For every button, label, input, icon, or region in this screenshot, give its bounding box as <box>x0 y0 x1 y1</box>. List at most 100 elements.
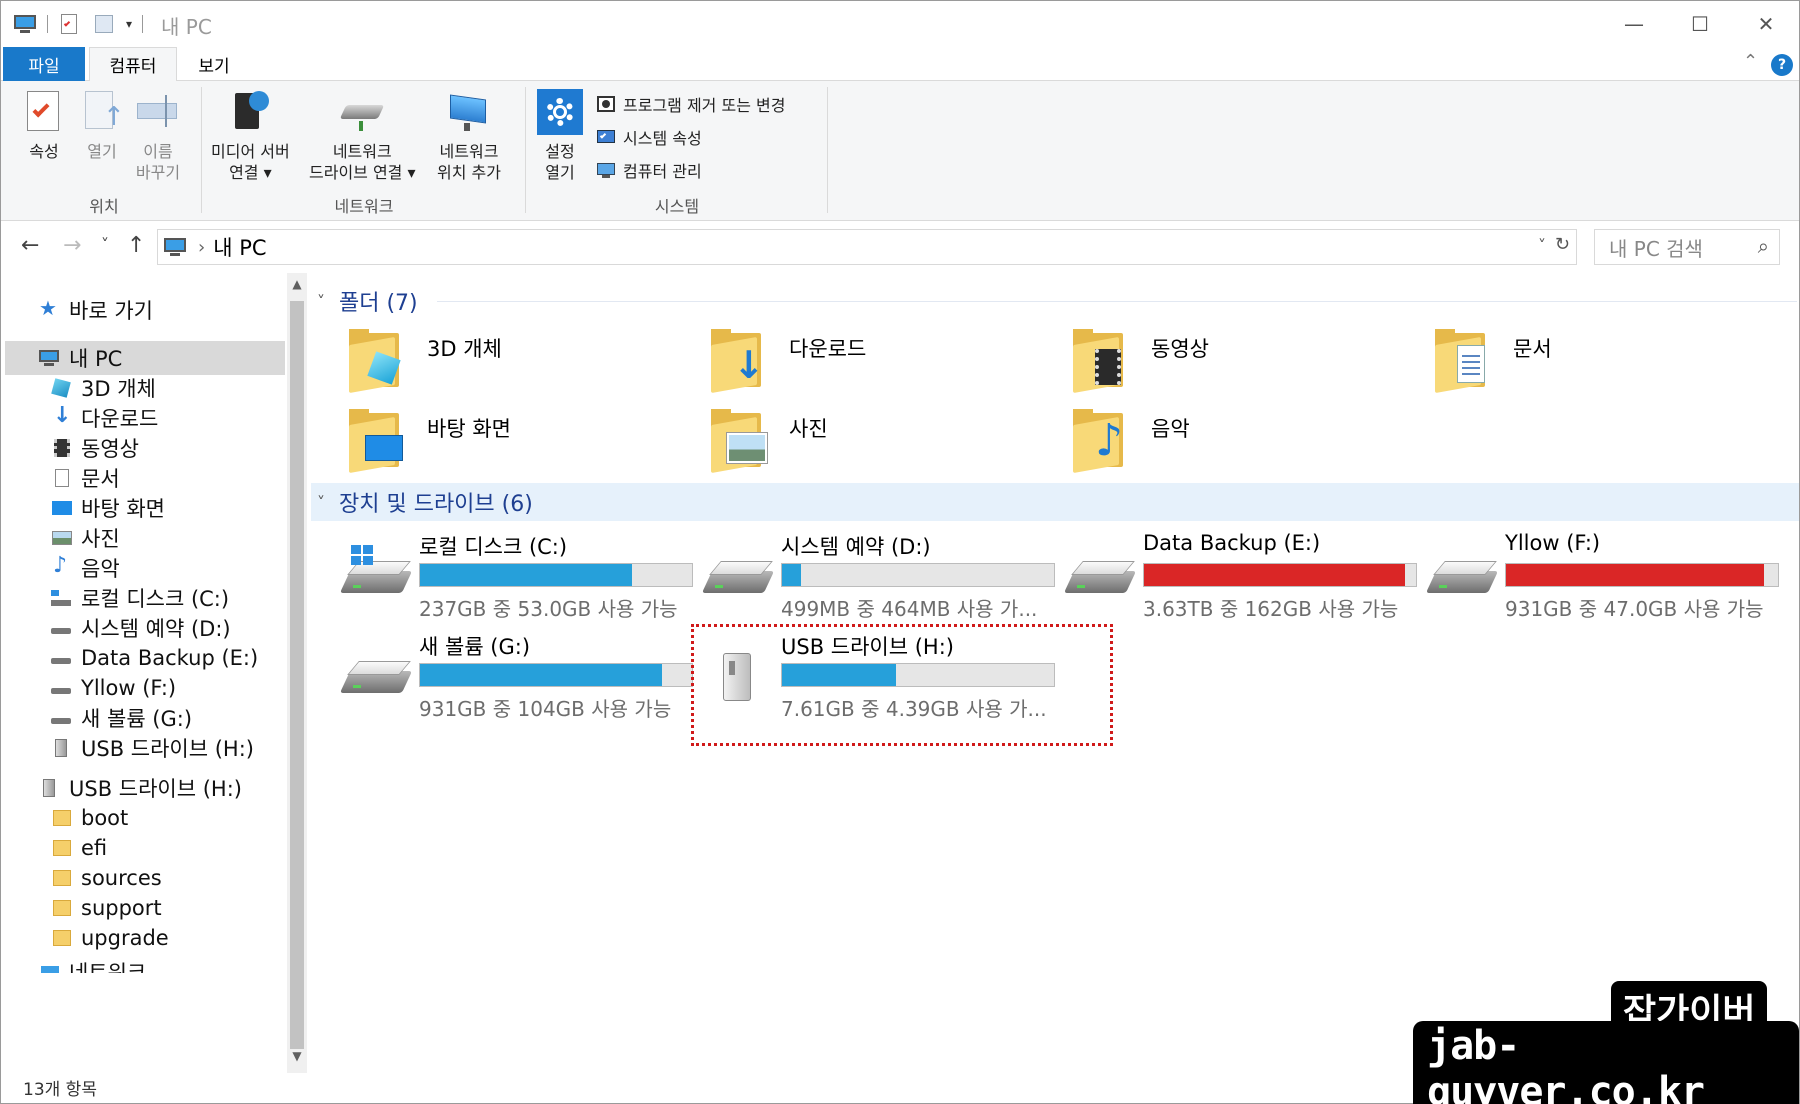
folder-music[interactable]: ♪ 음악 <box>1071 407 1190 474</box>
recent-locations-icon[interactable]: ˅ <box>101 235 109 254</box>
drive-space: 499MB 중 464MB 사용 가... <box>781 597 1038 621</box>
nav-network[interactable]: 네트워크 <box>39 957 146 973</box>
nav-drive-d[interactable]: 시스템 예약 (D:) <box>51 613 231 643</box>
open-settings-button[interactable]: 설정 열기 <box>537 89 583 183</box>
folder-name: 다운로드 <box>789 337 867 361</box>
nav-label: 시스템 예약 (D:) <box>81 617 231 641</box>
folder-download-icon: ↓ <box>709 327 769 394</box>
media-server-button[interactable]: 미디어 서버 연결 ▾ <box>211 89 290 183</box>
folder-videos[interactable]: 동영상 <box>1071 327 1209 394</box>
nav-videos[interactable]: 동영상 <box>51 433 139 463</box>
nav-label: 내 PC <box>69 347 123 371</box>
nav-label: 음악 <box>81 557 120 581</box>
computer-management-label: 컴퓨터 관리 <box>623 162 702 181</box>
folder-icon <box>51 808 73 828</box>
scroll-down-icon[interactable]: ▼ <box>291 1049 303 1063</box>
nav-scrollbar[interactable]: ▲ ▼ <box>287 273 307 1073</box>
nav-folder-boot[interactable]: boot <box>51 803 128 833</box>
nav-drive-e[interactable]: Data Backup (E:) <box>51 643 258 673</box>
nav-drive-h[interactable]: USB 드라이브 (H:) <box>51 733 254 763</box>
uninstall-program-button[interactable]: 프로그램 제거 또는 변경 <box>595 91 785 117</box>
help-icon[interactable]: ? <box>1771 54 1793 76</box>
folder-pictures[interactable]: 사진 <box>709 407 828 474</box>
nav-drive-g[interactable]: 새 볼륨 (G:) <box>51 703 192 733</box>
usb-drive-highlight-box <box>691 624 1113 746</box>
folder-downloads[interactable]: ↓ 다운로드 <box>709 327 867 394</box>
nav-3d-objects[interactable]: 3D 개체 <box>51 373 156 403</box>
properties-check-icon[interactable] <box>58 13 82 35</box>
nav-drive-f[interactable]: Yllow (F:) <box>51 673 176 703</box>
nav-label: 사진 <box>81 527 120 551</box>
nav-label: sources <box>81 866 162 890</box>
tab-computer[interactable]: 컴퓨터 <box>89 47 177 82</box>
nav-music[interactable]: ♪ 음악 <box>51 553 120 583</box>
tab-file[interactable]: 파일 <box>3 47 85 81</box>
refresh-icon[interactable]: ↻ <box>1555 234 1570 255</box>
title-bar: ▾ 내 PC — ☐ ✕ <box>1 1 1799 47</box>
nav-folder-efi[interactable]: efi <box>51 833 107 863</box>
windows-drive-icon <box>51 588 73 608</box>
address-bar[interactable]: › 내 PC ˅ ↻ <box>157 229 1577 265</box>
tab-view[interactable]: 보기 <box>181 47 247 81</box>
folder-film-icon <box>1071 327 1131 394</box>
uninstall-icon <box>595 94 617 114</box>
folder-3d-objects[interactable]: 3D 개체 <box>347 327 502 394</box>
drives-section-header[interactable]: ˅ 장치 및 드라이브 (6) <box>317 484 533 520</box>
customize-dropdown-icon[interactable]: ▾ <box>126 17 132 31</box>
nav-folder-support[interactable]: support <box>51 893 162 923</box>
breadcrumb-separator-icon[interactable]: › <box>198 237 205 258</box>
document-icon <box>51 468 73 488</box>
hard-drive-icon <box>701 557 775 601</box>
nav-this-pc[interactable]: 내 PC <box>39 343 122 373</box>
forward-arrow-icon[interactable]: → <box>63 233 81 258</box>
media-server-label-1: 미디어 서버 <box>211 142 290 161</box>
nav-pictures[interactable]: 사진 <box>51 523 120 553</box>
close-button[interactable]: ✕ <box>1733 1 1799 47</box>
nav-documents[interactable]: 문서 <box>51 463 120 493</box>
hard-drive-icon <box>51 678 73 698</box>
nav-label: 다운로드 <box>81 407 159 431</box>
hard-drive-icon <box>1063 557 1137 601</box>
computer-management-button[interactable]: 컴퓨터 관리 <box>595 157 702 183</box>
system-properties-button[interactable]: 시스템 속성 <box>595 124 702 150</box>
nav-usb-root[interactable]: USB 드라이브 (H:) <box>39 773 242 803</box>
minimize-button[interactable]: — <box>1601 1 1667 47</box>
folder-documents[interactable]: 문서 <box>1433 327 1552 394</box>
collapse-ribbon-icon[interactable]: ⌃ <box>1743 51 1758 72</box>
folder-name: 문서 <box>1513 337 1552 361</box>
nav-label: Yllow (F:) <box>81 676 177 700</box>
address-dropdown-icon[interactable]: ˅ <box>1538 236 1546 255</box>
maximize-button[interactable]: ☐ <box>1667 1 1733 47</box>
breadcrumb-this-pc[interactable]: 내 PC <box>213 232 266 262</box>
search-box[interactable]: 내 PC 검색 ⌕ <box>1594 229 1780 265</box>
search-icon[interactable]: ⌕ <box>1758 234 1769 258</box>
nav-folder-upgrade[interactable]: upgrade <box>51 923 169 953</box>
music-note-icon: ♪ <box>53 553 68 578</box>
media-server-label-2: 연결 ▾ <box>229 163 272 182</box>
folder-document-icon <box>1433 327 1493 394</box>
network-drive-icon <box>339 89 385 135</box>
folder-name: 동영상 <box>1151 337 1209 361</box>
drive-usage-fill <box>1144 564 1406 586</box>
nav-drive-c[interactable]: 로컬 디스크 (C:) <box>51 583 229 613</box>
add-network-location-button[interactable]: 네트워크 위치 추가 <box>437 89 501 183</box>
map-network-drive-button[interactable]: 네트워크 드라이브 연결 ▾ <box>309 89 416 183</box>
scroll-thumb[interactable] <box>290 301 304 1049</box>
back-arrow-icon[interactable]: ← <box>21 233 39 258</box>
folder-desktop[interactable]: 바탕 화면 <box>347 407 511 474</box>
open-button[interactable]: ↑ 열기 <box>79 89 125 162</box>
nav-folder-sources[interactable]: sources <box>51 863 162 893</box>
nav-quick-access[interactable]: ★ 바로 가기 <box>39 295 153 325</box>
group-system-label: 시스템 <box>654 197 700 216</box>
hard-drive-icon <box>51 618 73 638</box>
scroll-up-icon[interactable]: ▲ <box>291 277 303 291</box>
nav-desktop[interactable]: 바탕 화면 <box>51 493 165 523</box>
folders-section-header[interactable]: ˅ 폴더 (7) <box>317 283 418 319</box>
new-folder-icon[interactable] <box>92 13 116 35</box>
rename-button[interactable]: 이름 바꾸기 <box>135 89 181 183</box>
properties-button[interactable]: 속성 <box>21 89 67 162</box>
drive-usage-fill <box>420 564 633 586</box>
up-arrow-icon[interactable]: ↑ <box>127 233 145 258</box>
nav-downloads[interactable]: ↓ 다운로드 <box>51 403 158 433</box>
hard-drive-icon <box>1425 557 1499 601</box>
